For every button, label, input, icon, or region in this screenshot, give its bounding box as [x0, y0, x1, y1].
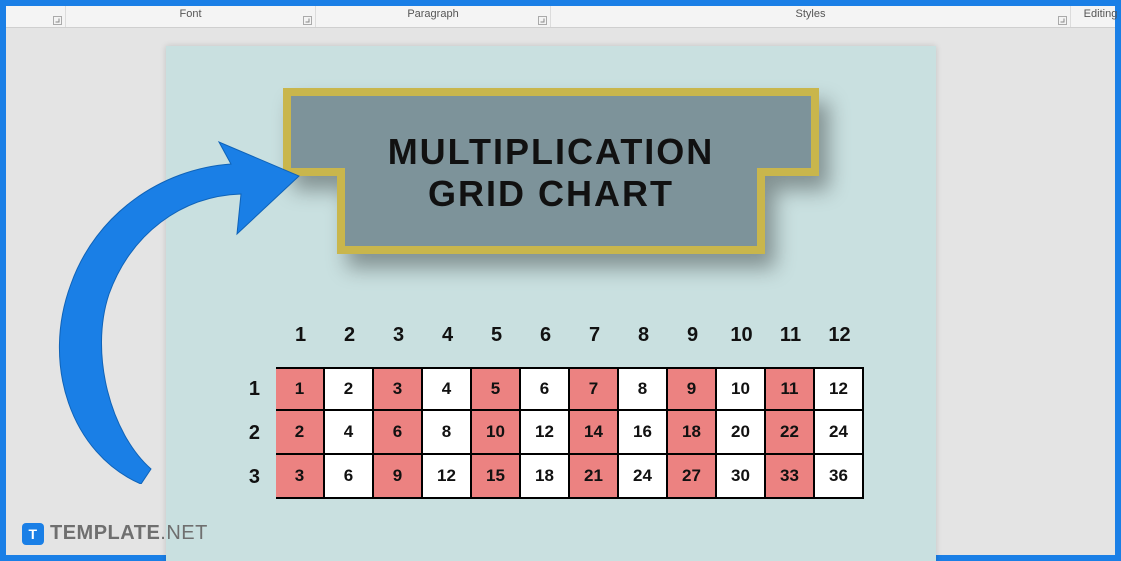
grid-cell[interactable]: 16: [619, 411, 668, 455]
title-line-2: GRID CHART: [428, 176, 674, 212]
dialog-launcher-icon[interactable]: [538, 16, 547, 25]
grid-row-header: 1: [212, 367, 276, 411]
watermark-brand-thin: .NET: [160, 522, 208, 544]
watermark-icon: T: [22, 523, 44, 545]
table-row: 3369121518212427303336: [212, 455, 906, 499]
grid-col-header: 1: [276, 324, 325, 347]
grid-cell[interactable]: 12: [521, 411, 570, 455]
ribbon-label-styles: Styles: [796, 8, 826, 20]
grid-cell[interactable]: 5: [472, 367, 521, 411]
grid-col-header: 6: [521, 324, 570, 347]
grid-cell[interactable]: 21: [570, 455, 619, 499]
grid-cell[interactable]: 6: [325, 455, 374, 499]
grid-cell[interactable]: 4: [325, 411, 374, 455]
grid-cell[interactable]: 6: [374, 411, 423, 455]
grid-col-header: 5: [472, 324, 521, 347]
dialog-launcher-icon[interactable]: [53, 16, 62, 25]
multiplication-grid: 123456789101112 112345678910111222468101…: [212, 324, 906, 499]
ribbon-group-font: Font: [66, 6, 316, 27]
grid-cell[interactable]: 33: [766, 455, 815, 499]
grid-cell[interactable]: 27: [668, 455, 717, 499]
grid-cell[interactable]: 10: [717, 367, 766, 411]
grid-cell[interactable]: 9: [668, 367, 717, 411]
grid-cell[interactable]: 22: [766, 411, 815, 455]
grid-col-header: 12: [815, 324, 864, 347]
grid-rows: 1123456789101112224681012141618202224336…: [212, 367, 906, 499]
grid-cell[interactable]: 12: [815, 367, 864, 411]
grid-cell[interactable]: 6: [521, 367, 570, 411]
grid-cell[interactable]: 18: [521, 455, 570, 499]
grid-col-header: 2: [325, 324, 374, 347]
grid-cell[interactable]: 18: [668, 411, 717, 455]
grid-cell[interactable]: 11: [766, 367, 815, 411]
title-plaque[interactable]: MULTIPLICATION GRID CHART: [281, 86, 821, 256]
grid-row-header: 2: [212, 411, 276, 455]
grid-cell[interactable]: 24: [815, 411, 864, 455]
grid-cell[interactable]: 3: [276, 455, 325, 499]
grid-cell[interactable]: 30: [717, 455, 766, 499]
grid-cell[interactable]: 2: [276, 411, 325, 455]
grid-col-header: 11: [766, 324, 815, 347]
title-line-1: MULTIPLICATION: [388, 134, 715, 170]
ribbon-label-font: Font: [179, 8, 201, 20]
ribbon-label-editing: Editing: [1084, 8, 1118, 20]
watermark: T TEMPLATE.NET: [22, 522, 208, 545]
table-row: 224681012141618202224: [212, 411, 906, 455]
ribbon-group-clipboard: [6, 6, 66, 27]
grid-cell[interactable]: 3: [374, 367, 423, 411]
grid-col-header: 7: [570, 324, 619, 347]
grid-cell[interactable]: 4: [423, 367, 472, 411]
grid-cell[interactable]: 9: [374, 455, 423, 499]
grid-col-header: 8: [619, 324, 668, 347]
ribbon-group-editing: Editing: [1071, 6, 1121, 27]
grid-cell[interactable]: 36: [815, 455, 864, 499]
ribbon-label-paragraph: Paragraph: [407, 8, 458, 20]
grid-cell[interactable]: 10: [472, 411, 521, 455]
grid-cell[interactable]: 14: [570, 411, 619, 455]
grid-cell[interactable]: 8: [619, 367, 668, 411]
grid-row-header: 3: [212, 455, 276, 499]
editor-stage: MULTIPLICATION GRID CHART 12345678910111…: [6, 28, 1115, 555]
ribbon-group-styles: Styles: [551, 6, 1071, 27]
grid-cell[interactable]: 24: [619, 455, 668, 499]
grid-cell[interactable]: 8: [423, 411, 472, 455]
grid-col-header: 4: [423, 324, 472, 347]
grid-cell[interactable]: 20: [717, 411, 766, 455]
grid-col-header: 10: [717, 324, 766, 347]
ribbon-bar: Font Paragraph Styles Editing: [6, 6, 1115, 28]
grid-cell[interactable]: 15: [472, 455, 521, 499]
grid-cell[interactable]: 12: [423, 455, 472, 499]
dialog-launcher-icon[interactable]: [1058, 16, 1067, 25]
grid-cell[interactable]: 1: [276, 367, 325, 411]
grid-cell[interactable]: 2: [325, 367, 374, 411]
title-text: MULTIPLICATION GRID CHART: [281, 86, 821, 256]
screenshot-frame: Font Paragraph Styles Editing MULTIPLI: [0, 0, 1121, 561]
ribbon-group-paragraph: Paragraph: [316, 6, 551, 27]
document-page[interactable]: MULTIPLICATION GRID CHART 12345678910111…: [166, 46, 936, 561]
grid-column-headers: 123456789101112: [276, 324, 906, 347]
grid-col-header: 9: [668, 324, 717, 347]
table-row: 1123456789101112: [212, 367, 906, 411]
watermark-brand-bold: TEMPLATE: [50, 522, 160, 544]
grid-cell[interactable]: 7: [570, 367, 619, 411]
grid-col-header: 3: [374, 324, 423, 347]
dialog-launcher-icon[interactable]: [303, 16, 312, 25]
